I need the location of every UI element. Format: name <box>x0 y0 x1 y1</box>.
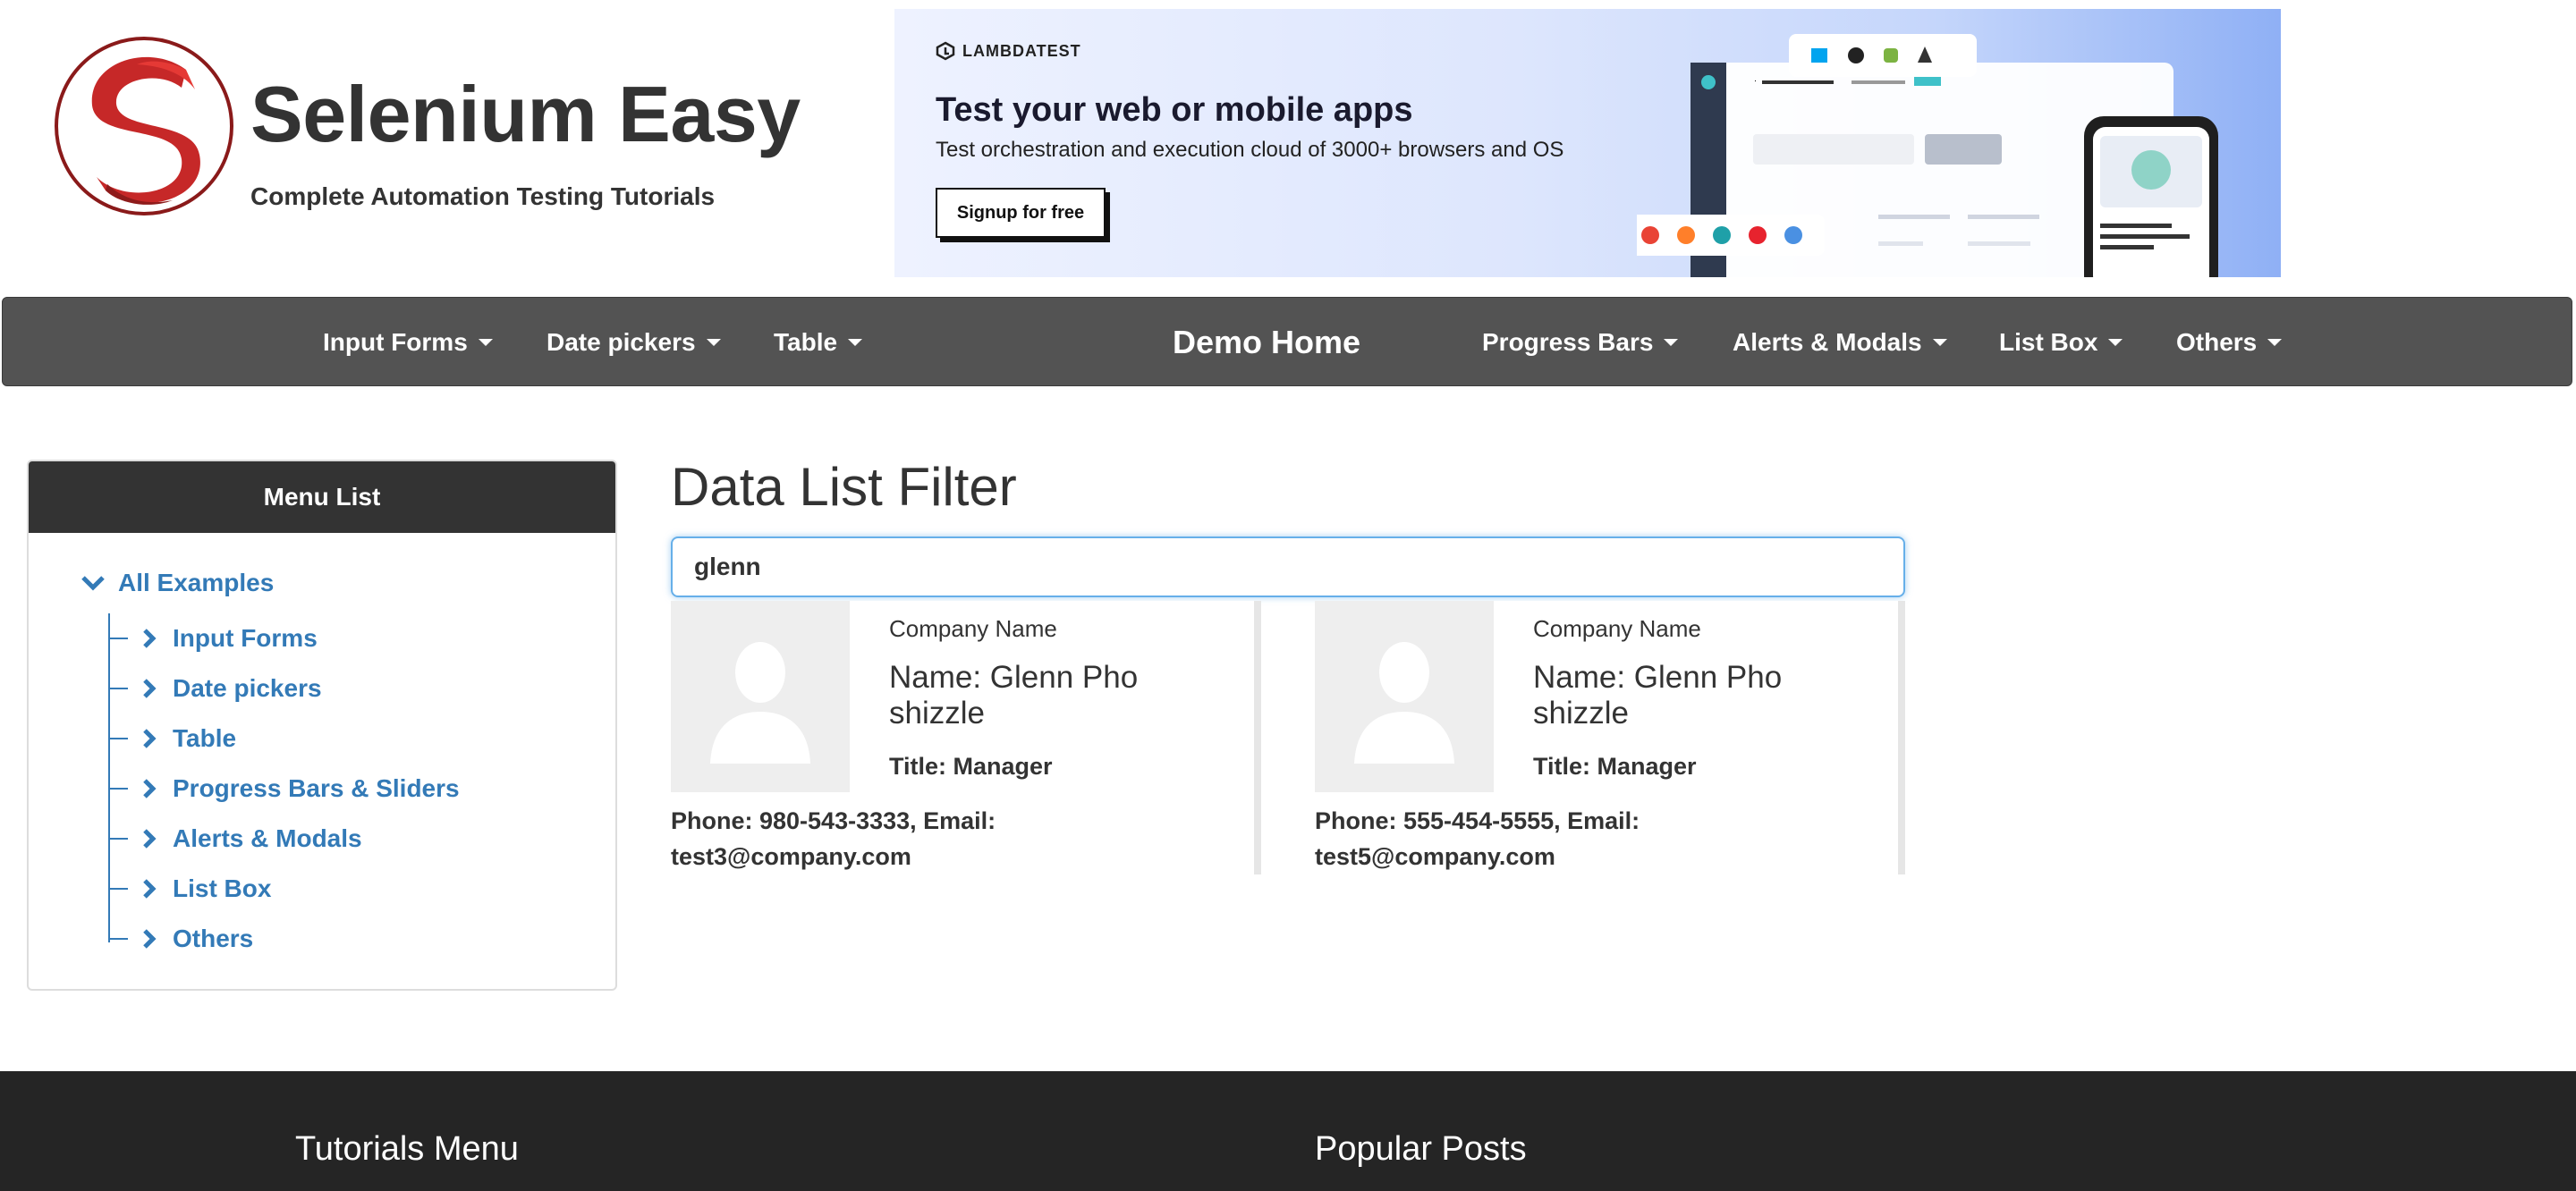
nav-list-box-dropdown[interactable]: List Box <box>1999 298 2123 387</box>
footer-popular-posts-heading: Popular Posts <box>1315 1130 1527 1168</box>
caret-down-icon <box>706 339 721 346</box>
nav-demo-home[interactable]: Demo Home <box>1173 298 1360 387</box>
caret-down-icon <box>1664 339 1679 346</box>
chevron-right-icon <box>143 929 157 949</box>
tree-branch-line <box>108 788 128 790</box>
tree-root-label: All Examples <box>118 569 275 596</box>
tree-item-label: Input Forms <box>173 624 318 652</box>
data-list-card: Company Name Name: Glenn Pho shizzle Tit… <box>671 601 1261 874</box>
site-tagline: Complete Automation Testing Tutorials <box>250 182 716 210</box>
nav-progress-bars-label: Progress Bars <box>1482 328 1654 356</box>
tree-item-label: Progress Bars & Sliders <box>173 774 460 802</box>
nav-alerts-modals-dropdown[interactable]: Alerts & Modals <box>1733 298 1947 387</box>
caret-down-icon <box>848 339 863 346</box>
tree-item-label: Others <box>173 925 254 952</box>
card-job-title: Title: Manager <box>1533 753 1697 780</box>
ad-headline: Test your web or mobile apps <box>936 91 1413 129</box>
chevron-right-icon <box>143 879 157 899</box>
tree-item-label: Table <box>173 724 237 752</box>
card-contact: Phone: 555-454-5555, Email: test5@compan… <box>1315 807 1640 870</box>
nav-date-pickers-dropdown[interactable]: Date pickers <box>547 298 721 387</box>
ad-product-illustration <box>1637 34 2218 277</box>
chevron-right-icon <box>143 779 157 798</box>
lambdatest-logo-icon <box>936 41 955 61</box>
chevron-right-icon <box>143 729 157 748</box>
tree-item-others[interactable]: Others <box>108 921 253 957</box>
nav-input-forms-label: Input Forms <box>323 328 468 356</box>
tree-branch-line <box>108 688 128 689</box>
nav-alerts-modals-label: Alerts & Modals <box>1733 328 1922 356</box>
caret-down-icon <box>2267 339 2283 346</box>
tree-item-label: List Box <box>173 874 272 902</box>
tree-branch-line <box>108 938 128 940</box>
card-name: Name: Glenn Pho shizzle <box>1533 660 1783 731</box>
card-contact: Phone: 980-543-3333, Email: test3@compan… <box>671 807 996 870</box>
selenium-easy-logo-icon[interactable] <box>52 34 236 218</box>
chevron-right-icon <box>143 829 157 849</box>
menu-list-title: Menu List <box>29 461 615 533</box>
tree-branch-line <box>108 638 128 639</box>
tree-item-label: Date pickers <box>173 674 322 702</box>
user-placeholder-icon <box>1354 642 1454 764</box>
tree-item-table[interactable]: Table <box>108 721 236 756</box>
nav-date-pickers-label: Date pickers <box>547 328 696 356</box>
card-job-title: Title: Manager <box>889 753 1053 780</box>
tree-branch-line <box>108 738 128 739</box>
site-title[interactable]: Selenium Easy <box>250 75 801 154</box>
tree-root-all-examples[interactable]: All Examples <box>80 569 274 597</box>
caret-down-icon <box>2108 339 2123 346</box>
nav-table-label: Table <box>774 328 838 356</box>
card-company: Company Name <box>889 615 1057 642</box>
ad-subtext: Test orchestration and execution cloud o… <box>936 138 1564 162</box>
tree-branch-line <box>108 838 128 840</box>
ad-brand-label: LAMBDATEST <box>962 41 1081 60</box>
data-list-search-input[interactable] <box>671 536 1905 597</box>
tree-item-progress-bars-sliders[interactable]: Progress Bars & Sliders <box>108 771 460 807</box>
card-company: Company Name <box>1533 615 1701 642</box>
user-placeholder-icon <box>710 642 810 764</box>
nav-input-forms-dropdown[interactable]: Input Forms <box>323 298 493 387</box>
nav-others-dropdown[interactable]: Others <box>2176 298 2283 387</box>
site-footer: Tutorials Menu Popular Posts <box>0 1071 2576 1191</box>
chevron-down-icon <box>81 576 105 591</box>
card-name: Name: Glenn Pho shizzle <box>889 660 1139 731</box>
lambdatest-ad-banner[interactable]: LAMBDATEST Test your web or mobile apps … <box>894 9 2281 277</box>
chevron-right-icon <box>143 679 157 698</box>
footer-tutorials-menu-heading: Tutorials Menu <box>295 1130 519 1168</box>
ad-brand: LAMBDATEST <box>936 41 1081 61</box>
chevron-right-icon <box>143 629 157 648</box>
caret-down-icon <box>478 339 493 346</box>
tree-item-input-forms[interactable]: Input Forms <box>108 621 318 656</box>
page-title: Data List Filter <box>671 457 1017 517</box>
ad-signup-button[interactable]: Signup for free <box>936 188 1106 238</box>
data-list-card: Company Name Name: Glenn Pho shizzle Tit… <box>1315 601 1905 874</box>
tree-item-alerts-modals[interactable]: Alerts & Modals <box>108 821 362 857</box>
nav-list-box-label: List Box <box>1999 328 2098 356</box>
avatar <box>1315 601 1494 792</box>
nav-progress-bars-dropdown[interactable]: Progress Bars <box>1482 298 1679 387</box>
nav-table-dropdown[interactable]: Table <box>774 298 863 387</box>
site-header: Selenium Easy Complete Automation Testin… <box>0 0 2576 295</box>
menu-list-panel: Menu List All Examples Input Forms Date … <box>27 460 617 991</box>
tree-branch-line <box>108 888 128 890</box>
tree-item-date-pickers[interactable]: Date pickers <box>108 671 322 706</box>
avatar <box>671 601 850 792</box>
tree-item-list-box[interactable]: List Box <box>108 871 271 907</box>
tree-item-label: Alerts & Modals <box>173 824 362 852</box>
main-navbar: Input Forms Date pickers Table Demo Home… <box>2 297 2572 386</box>
caret-down-icon <box>1932 339 1947 346</box>
nav-others-label: Others <box>2176 328 2258 356</box>
